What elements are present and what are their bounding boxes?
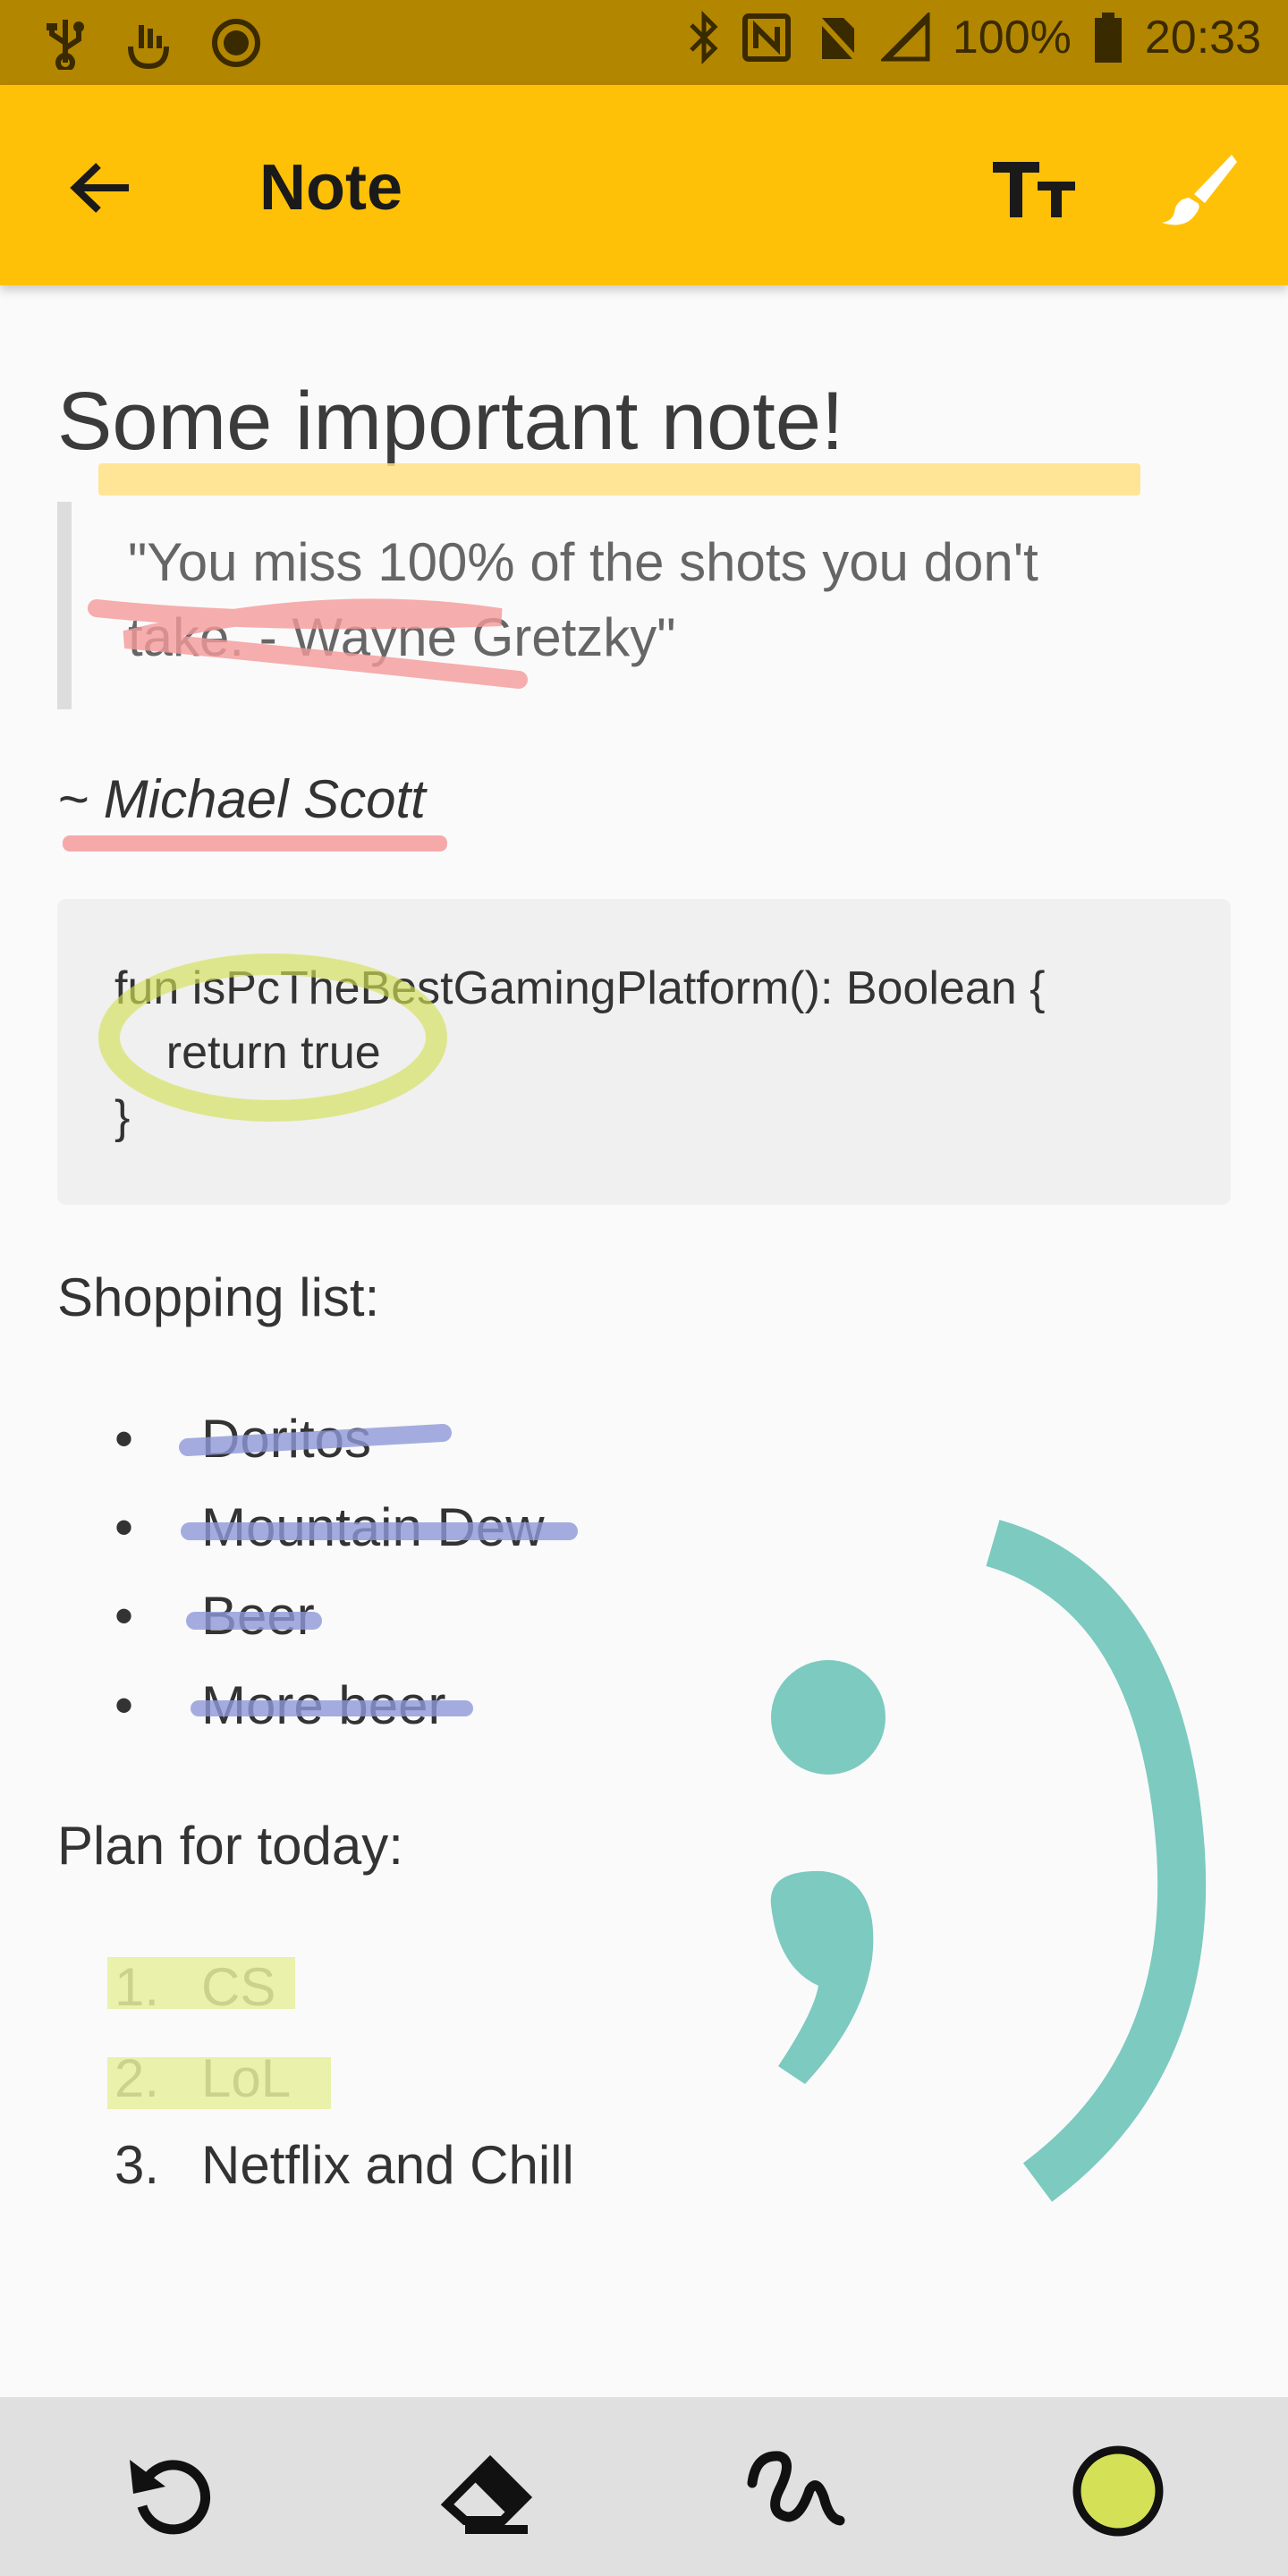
page-title: Note xyxy=(259,152,402,224)
note-content[interactable]: Some important note! "You miss 100% of t… xyxy=(0,285,1288,2396)
bluetooth-icon xyxy=(688,11,720,64)
list-number: 2. xyxy=(114,2048,160,2108)
quote-author: ~ Michael Scott xyxy=(57,769,426,829)
list-item: Doritos xyxy=(201,1409,372,1469)
list-item: LoL xyxy=(201,2048,292,2108)
plan-title: Plan for today: xyxy=(57,1816,403,1876)
no-sim-icon xyxy=(813,13,860,63)
code-line: return true xyxy=(114,1027,381,1079)
back-arrow-icon[interactable] xyxy=(63,148,143,228)
undo-icon[interactable] xyxy=(121,2442,219,2540)
touch-gesture-icon xyxy=(122,16,175,70)
signal-icon xyxy=(880,13,931,63)
list-item: More beer xyxy=(201,1675,446,1735)
nfc-icon xyxy=(741,13,792,63)
usb-icon xyxy=(43,16,88,70)
list-item: Beer xyxy=(201,1586,315,1646)
code-text: fun isPcTheBestGamingPlatform(): Boolean… xyxy=(114,956,1045,1149)
app-bar: Note xyxy=(0,85,1288,285)
pen-icon[interactable] xyxy=(747,2442,845,2540)
bottom-toolbar xyxy=(0,2397,1288,2576)
quote-line: "You miss 100% of the shots you don't xyxy=(128,532,1038,592)
bullet: • xyxy=(114,1675,134,1735)
bullet: • xyxy=(114,1497,134,1557)
quote-line: take. - Wayne Gretzky" xyxy=(128,607,676,667)
text-size-icon[interactable] xyxy=(984,149,1082,230)
note-heading: Some important note! xyxy=(57,376,844,467)
color-picker-icon[interactable] xyxy=(1069,2442,1167,2540)
clock: 20:33 xyxy=(1144,12,1261,64)
blockquote: "You miss 100% of the shots you don't ta… xyxy=(128,525,1148,675)
code-line: } xyxy=(114,1091,131,1143)
status-bar: 100% 20:33 xyxy=(0,0,1288,85)
shopping-list-title: Shopping list: xyxy=(57,1267,380,1327)
battery-icon xyxy=(1093,11,1123,64)
code-line: fun isPcTheBestGamingPlatform(): Boolean… xyxy=(114,962,1046,1014)
list-item: Netflix and Chill xyxy=(201,2135,574,2195)
eraser-icon[interactable] xyxy=(438,2442,537,2540)
list-item: Mountain Dew xyxy=(201,1497,545,1557)
bullet: • xyxy=(114,1586,134,1646)
battery-percent: 100% xyxy=(952,12,1072,64)
bullet: • xyxy=(114,1409,134,1469)
list-item: CS xyxy=(201,1957,276,2017)
record-icon xyxy=(209,16,263,70)
list-number: 3. xyxy=(114,2135,160,2195)
list-number: 1. xyxy=(114,1957,160,2017)
brush-icon[interactable] xyxy=(1158,148,1239,228)
blockquote-bar xyxy=(57,502,72,709)
